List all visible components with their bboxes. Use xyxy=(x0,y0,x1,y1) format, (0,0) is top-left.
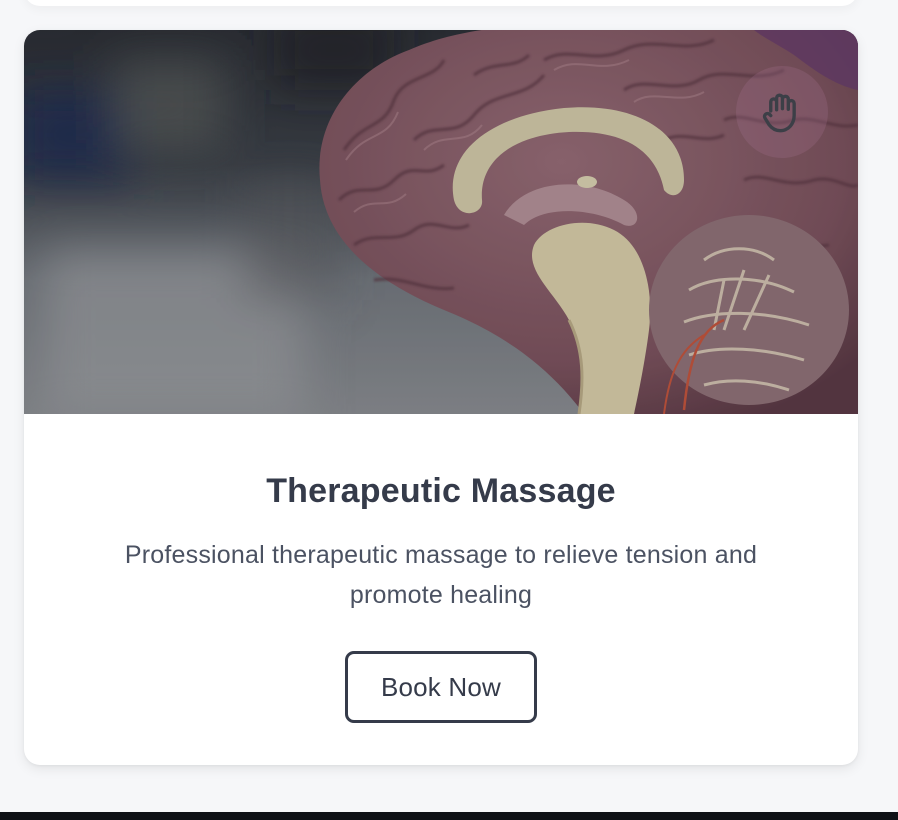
service-card: Therapeutic Massage Professional therape… xyxy=(24,30,858,765)
book-now-button[interactable]: Book Now xyxy=(345,651,537,723)
service-image xyxy=(24,30,858,414)
hand-icon xyxy=(762,93,796,133)
service-icon-badge xyxy=(736,66,828,158)
service-description: Professional therapeutic massage to reli… xyxy=(124,541,758,609)
footer-bar xyxy=(0,812,898,820)
card-content: Therapeutic Massage Professional therape… xyxy=(24,414,858,723)
brain-model-photo xyxy=(24,30,858,414)
service-title: Therapeutic Massage xyxy=(266,472,616,510)
previous-card-edge xyxy=(24,0,858,6)
